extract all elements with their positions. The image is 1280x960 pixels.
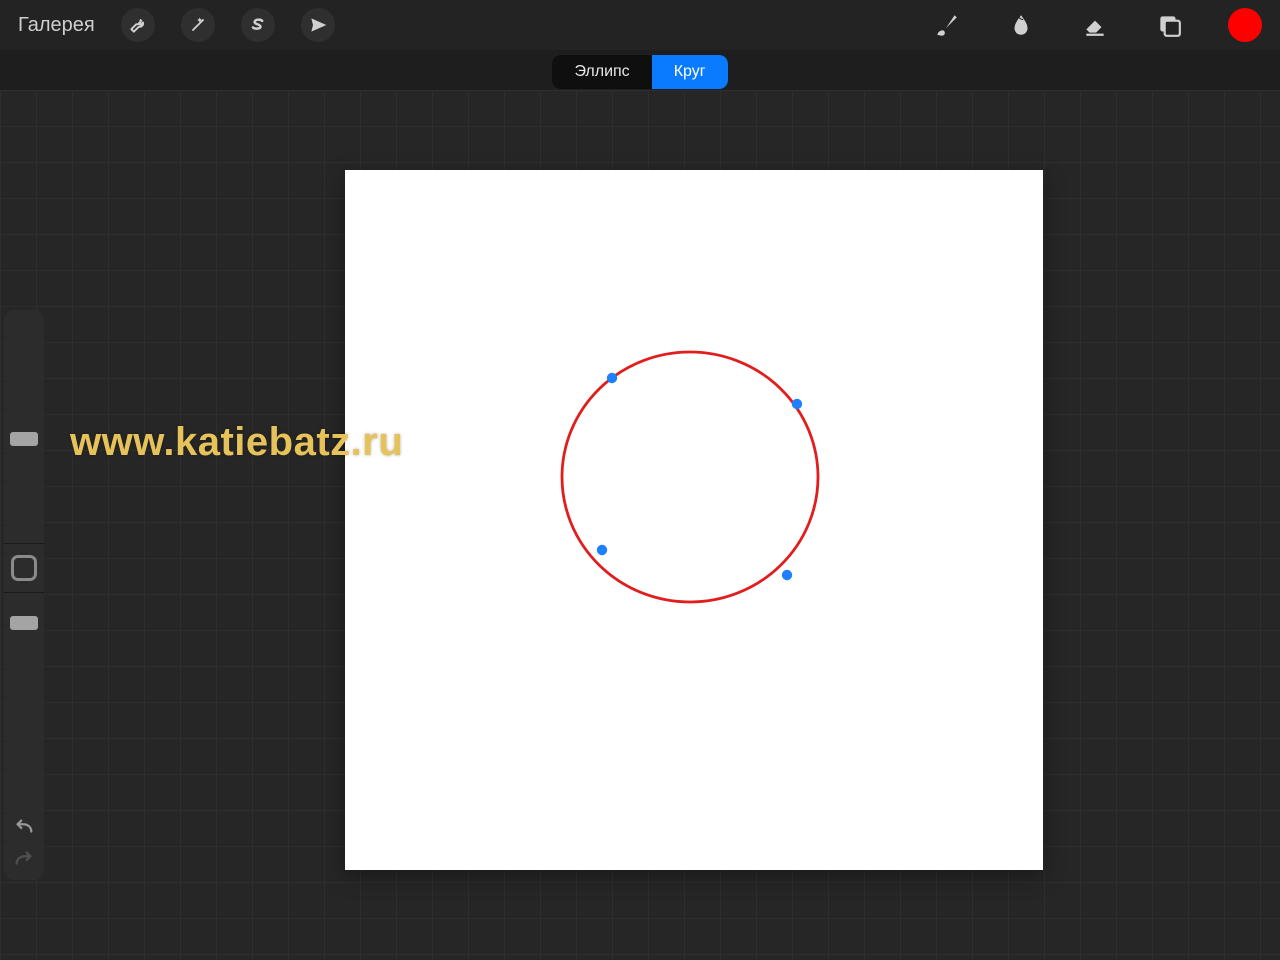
wrench-icon[interactable] [121, 8, 155, 42]
brush-size-thumb[interactable] [10, 432, 38, 446]
drawn-circle[interactable] [560, 350, 820, 605]
magic-wand-icon[interactable] [181, 8, 215, 42]
shape-handle[interactable] [607, 373, 617, 383]
shape-handle[interactable] [792, 399, 802, 409]
brush-icon[interactable] [932, 10, 962, 40]
tab-circle[interactable]: Круг [652, 55, 728, 89]
tab-ellipse[interactable]: Эллипс [552, 55, 651, 89]
gallery-button[interactable]: Галерея [18, 14, 95, 37]
eraser-icon[interactable] [1080, 10, 1110, 40]
brush-size-slider[interactable] [4, 310, 44, 540]
watermark-text: www.katiebatz.ru [70, 420, 403, 465]
arrow-share-icon[interactable] [301, 8, 335, 42]
color-swatch[interactable] [1228, 8, 1262, 42]
divider [4, 543, 44, 544]
shape-handle[interactable] [782, 570, 792, 580]
divider [4, 592, 44, 593]
shape-s-icon[interactable] [241, 8, 275, 42]
top-toolbar: Галерея [0, 0, 1280, 50]
shape-mode-switch: Эллипс Круг [0, 55, 1280, 89]
undo-icon[interactable] [13, 818, 35, 836]
opacity-thumb[interactable] [10, 616, 38, 630]
canvas[interactable] [345, 170, 1043, 870]
side-sliders-panel [4, 310, 44, 880]
redo-icon[interactable] [13, 850, 35, 868]
opacity-slider[interactable] [4, 596, 44, 786]
shape-handle[interactable] [597, 545, 607, 555]
modifier-button[interactable] [11, 555, 37, 581]
layers-icon[interactable] [1154, 10, 1184, 40]
smudge-icon[interactable] [1006, 10, 1036, 40]
